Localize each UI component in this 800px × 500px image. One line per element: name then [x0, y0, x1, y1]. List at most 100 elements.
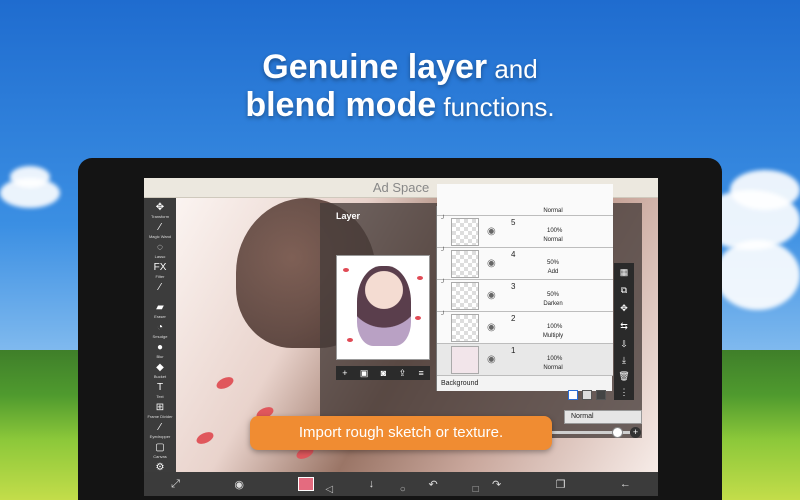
layer-number: 1: [511, 346, 516, 355]
layer-mode: Normal: [543, 208, 563, 214]
blur-icon[interactable]: ● Blur: [147, 342, 173, 364]
layer-mode: Darken: [543, 301, 563, 307]
layer-opacity: 50%: [547, 260, 560, 266]
nav-recents-icon[interactable]: □: [473, 484, 479, 495]
brush-icon[interactable]: ⁄: [147, 282, 173, 304]
layer-thumbnail: [451, 282, 479, 310]
layer-panel: Layer + ▣ ◙ ⇪ ≡ Normal ┘ ◉ 5 100% Normal…: [320, 184, 642, 438]
smudge-icon[interactable]: ◔ Smudge: [147, 322, 173, 344]
lasso-icon[interactable]: ◌ Lasso: [147, 242, 173, 264]
layer-number: 4: [511, 250, 516, 259]
clip-marker: ┘: [441, 280, 446, 286]
eyedropper-icon[interactable]: ⁄ Eyedropper: [147, 422, 173, 444]
layer-number: 3: [511, 282, 516, 291]
nav-back-icon[interactable]: ◁: [325, 484, 333, 495]
android-nav-bar: ◁ ○ □: [292, 481, 512, 497]
bucket-icon[interactable]: ◆ Bucket: [147, 362, 173, 384]
layer-opacity: 100%: [547, 324, 563, 330]
add-image-icon[interactable]: ▣: [360, 368, 369, 379]
import-icon[interactable]: ⇪: [399, 368, 407, 379]
transparent-swatch[interactable]: [582, 390, 592, 400]
clip-marker: ┘: [441, 216, 446, 222]
layer-opacity: 50%: [547, 292, 560, 298]
headline-rest: and: [487, 54, 538, 84]
clip-marker: ┘: [441, 312, 446, 318]
layer-row-4[interactable]: ┘ ◉ 4 50% Add: [437, 248, 613, 280]
layer-thumbnail: [451, 314, 479, 342]
layer-row-5[interactable]: ┘ ◉ 5 100% Normal: [437, 216, 613, 248]
eye-icon[interactable]: ◉: [487, 354, 496, 365]
headline-line-2: blend mode functions.: [0, 86, 800, 125]
nav-home-icon[interactable]: ○: [400, 484, 406, 495]
checker-swatch[interactable]: [596, 390, 606, 400]
opacity-slider-knob[interactable]: [612, 427, 623, 438]
filter-icon[interactable]: FX Filter: [147, 262, 173, 284]
layer-row-1[interactable]: ◉ 1 100% Normal: [437, 344, 613, 376]
text-icon[interactable]: T Text: [147, 382, 173, 404]
plus-icon[interactable]: +: [630, 427, 641, 438]
background-label: Background: [441, 380, 479, 387]
layer-row-2[interactable]: ┘ ◉ 2 100% Multiply: [437, 312, 613, 344]
eraser-icon[interactable]: ▰ Eraser: [147, 302, 173, 324]
flip-icon[interactable]: ⇆: [617, 319, 631, 333]
magic-wand-icon[interactable]: ⁄ Magic Wand: [147, 222, 173, 244]
eye-icon[interactable]: ◉: [487, 226, 496, 237]
checker-icon[interactable]: ▦: [617, 265, 631, 279]
layer-row-top[interactable]: Normal: [437, 184, 613, 216]
headline-line-1: Genuine layer and: [0, 48, 800, 87]
headline-bold: blend mode: [245, 86, 437, 124]
layer-number: 2: [511, 314, 516, 323]
feature-callout: Import rough sketch or texture.: [250, 416, 552, 450]
layer-preview: [336, 255, 430, 360]
petal: [214, 374, 236, 392]
petal: [415, 316, 421, 320]
layer-row-3[interactable]: ┘ ◉ 3 50% Darken: [437, 280, 613, 312]
brush-size-icon[interactable]: ◉: [234, 478, 244, 491]
layer-opacity: 100%: [547, 228, 563, 234]
add-layer-icon[interactable]: +: [342, 368, 347, 378]
trash-icon[interactable]: 🗑: [617, 369, 631, 383]
layer-mode: Normal: [543, 237, 563, 243]
canvas-icon[interactable]: ▢ Canvas: [147, 442, 173, 464]
eye-icon[interactable]: ◉: [487, 258, 496, 269]
preview-toolbar: + ▣ ◙ ⇪ ≡: [336, 366, 430, 380]
more-icon[interactable]: ⋮: [617, 385, 631, 399]
layer-list: Normal ┘ ◉ 5 100% Normal ┘ ◉ 4 50% Add ┘…: [436, 184, 613, 391]
clip-marker: ┘: [441, 248, 446, 254]
layer-thumbnail: [451, 250, 479, 278]
white-swatch[interactable]: [568, 390, 578, 400]
combine-icon[interactable]: ⇩: [617, 337, 631, 351]
headline-rest: functions.: [436, 92, 555, 122]
headline-bold: Genuine layer: [262, 48, 488, 86]
layer-thumbnail: [451, 346, 479, 374]
move-layer-icon[interactable]: ✥: [617, 301, 631, 315]
expand-icon[interactable]: ⤢: [171, 478, 180, 491]
preview-artwork: [357, 266, 411, 346]
merge-icon[interactable]: ⧉: [617, 283, 631, 297]
tool-sidebar: ✥ Transform ⁄ Magic Wand ◌ Lasso FX Filter ⁄…: [144, 198, 176, 473]
eye-icon[interactable]: ◉: [487, 322, 496, 333]
cloud: [715, 240, 800, 310]
download-icon[interactable]: ⤓: [617, 353, 631, 367]
layer-side-toolbar: ▦ ⧉ ✥ ⇆ ⇩ ⤓ 🗑 ⋮: [614, 263, 634, 400]
layer-number: 5: [511, 218, 516, 227]
frame-divider-icon[interactable]: ⊞ Frame Divider: [147, 402, 173, 424]
layer-mode: Normal: [543, 365, 563, 371]
petal: [417, 276, 423, 280]
layer-mode: Add: [547, 269, 559, 275]
eye-icon[interactable]: ◉: [487, 290, 496, 301]
layer-thumbnail: [451, 218, 479, 246]
layer-opacity: 100%: [547, 356, 563, 362]
petal: [194, 429, 216, 447]
blend-mode-select[interactable]: Normal: [564, 410, 642, 424]
layer-mode: Multiply: [542, 333, 564, 339]
layer-panel-title: Layer: [336, 211, 361, 221]
layer-settings-icon[interactable]: ≡: [419, 368, 424, 378]
camera-icon[interactable]: ◙: [381, 368, 386, 378]
move-icon[interactable]: ✥ Transform: [147, 202, 173, 224]
back-arrow-icon[interactable]: ←: [620, 478, 631, 490]
cloud: [10, 166, 50, 188]
petal: [343, 268, 349, 272]
petal: [347, 338, 353, 342]
layers-icon[interactable]: ❐: [556, 478, 566, 491]
